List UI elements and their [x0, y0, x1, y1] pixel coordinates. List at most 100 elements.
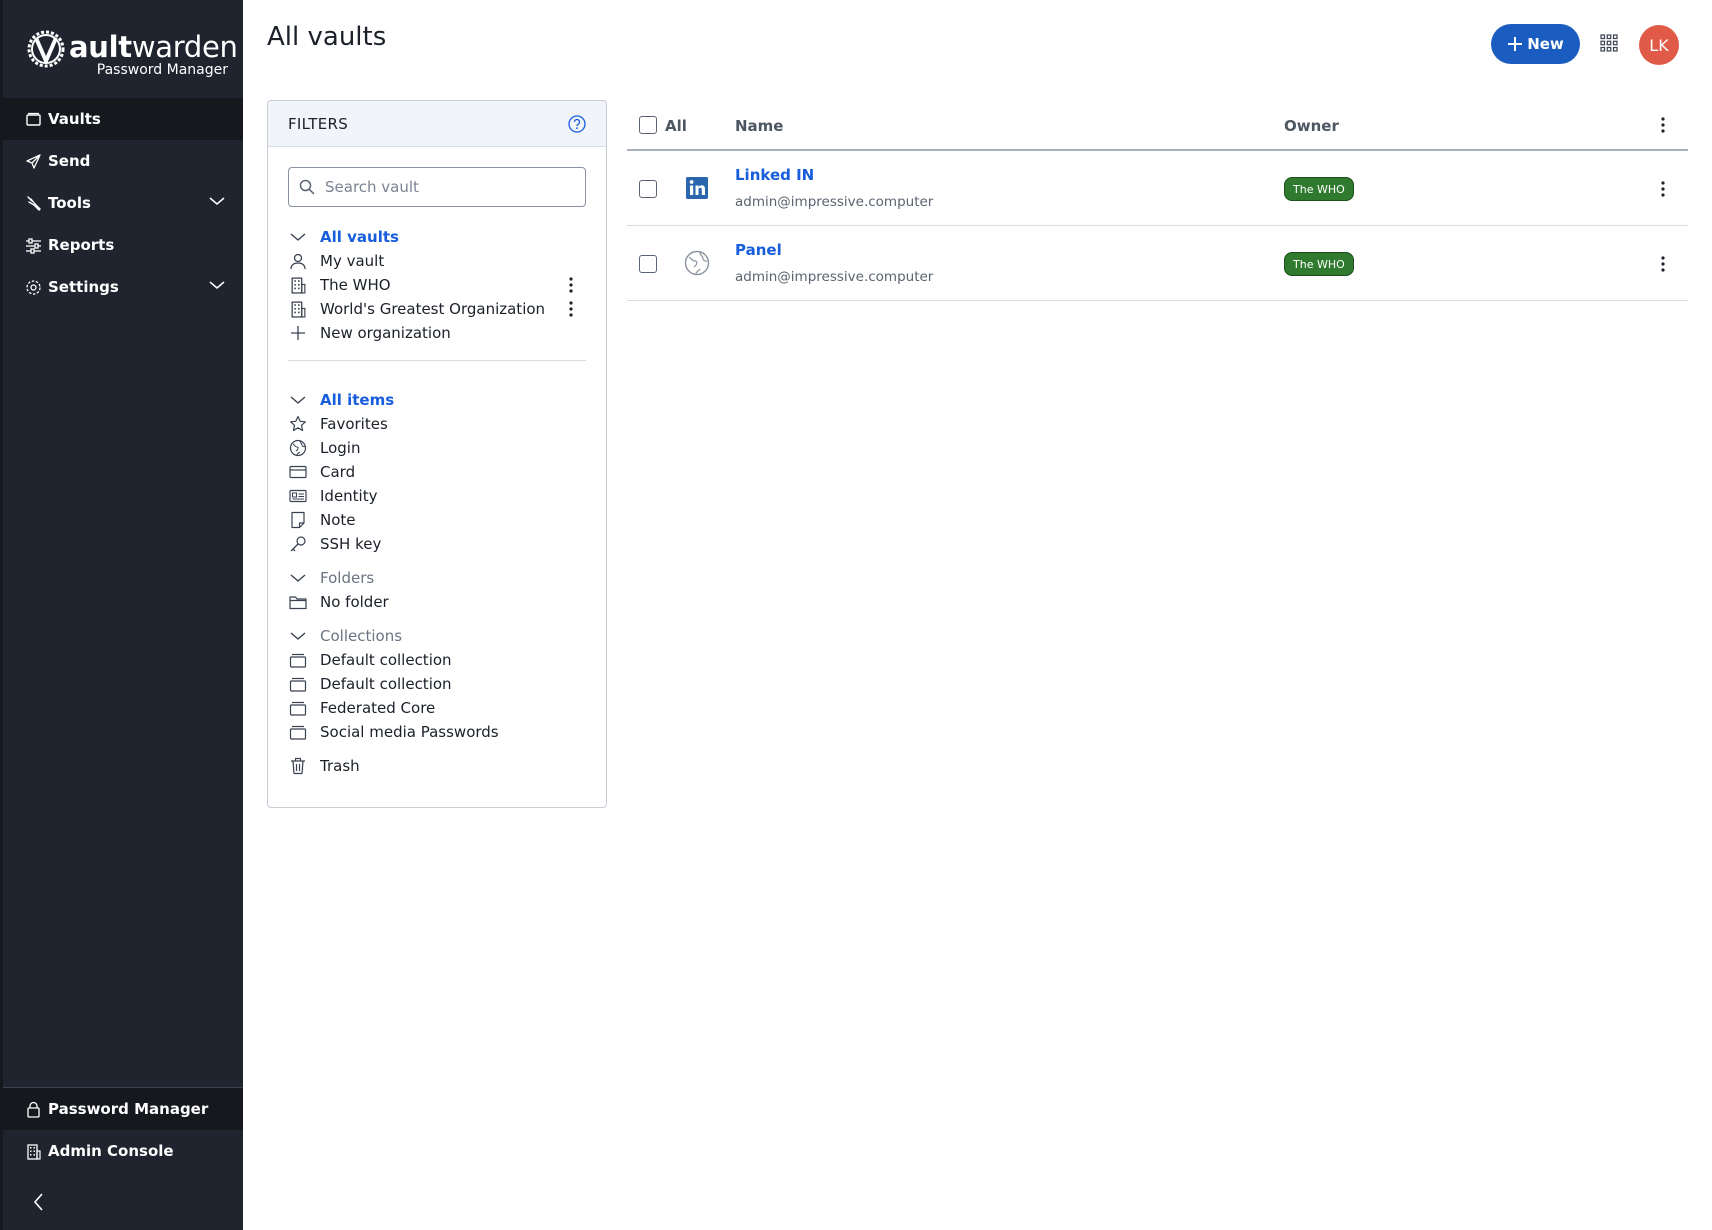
building-icon	[288, 275, 308, 295]
chevron-down-icon	[209, 281, 225, 289]
filter-favorites[interactable]: Favorites	[288, 412, 588, 436]
lock-icon	[27, 1101, 40, 1118]
plus-icon	[1508, 37, 1523, 51]
gear-icon	[26, 279, 41, 295]
search-vault-field[interactable]	[288, 167, 586, 207]
item-name-link[interactable]: Panel	[735, 241, 782, 259]
new-button-label: New	[1527, 35, 1564, 53]
sidebar-item-label: Reports	[48, 236, 115, 254]
send-icon	[26, 153, 41, 169]
table-row[interactable]: Panel admin@impressive.computer The WHO	[627, 226, 1688, 301]
vaultwarden-logo[interactable]: aultwarden Password Manager	[23, 26, 238, 82]
filter-identity[interactable]: Identity	[288, 484, 588, 508]
row-options-kebab-icon[interactable]	[1657, 179, 1669, 199]
account-avatar[interactable]: LK	[1639, 25, 1679, 65]
chevron-down-icon[interactable]	[288, 568, 308, 588]
filters-divider	[288, 360, 586, 361]
product-switch-admin-console[interactable]: Admin Console	[3, 1130, 243, 1172]
filter-collections-header[interactable]: Collections	[288, 624, 588, 648]
globe-icon	[684, 250, 710, 276]
filter-collection[interactable]: Default collection	[288, 648, 588, 672]
search-icon	[299, 179, 315, 195]
filter-ssh-key[interactable]: SSH key	[288, 532, 588, 556]
filter-label: Collections	[320, 627, 403, 645]
filter-org-worlds-greatest[interactable]: World's Greatest Organization	[288, 297, 588, 321]
filter-no-folder[interactable]: No folder	[288, 590, 588, 614]
filter-collection[interactable]: Social media Passwords	[288, 720, 588, 744]
org-options-kebab-icon[interactable]	[565, 299, 577, 319]
chevron-down-icon[interactable]	[288, 390, 308, 410]
sliders-icon	[26, 237, 41, 254]
select-all-checkbox[interactable]	[639, 116, 657, 134]
filter-card[interactable]: Card	[288, 460, 588, 484]
new-item-button[interactable]: New	[1491, 24, 1580, 64]
linkedin-icon	[686, 177, 708, 199]
logo-subtitle: Password Manager	[96, 62, 228, 78]
filter-new-organization[interactable]: New organization	[288, 321, 588, 345]
filters-panel: FILTERS All vaults My vault The WHO Worl…	[267, 100, 607, 808]
product-switcher-button[interactable]	[1600, 34, 1618, 52]
filter-label: Default collection	[320, 675, 452, 693]
row-options-kebab-icon[interactable]	[1657, 254, 1669, 274]
user-icon	[288, 251, 308, 271]
filter-folders-header[interactable]: Folders	[288, 566, 588, 590]
org-options-kebab-icon[interactable]	[565, 275, 577, 295]
sidebar: aultwarden Password Manager Vaults Send …	[0, 0, 243, 1230]
gear-v-logo-icon	[27, 30, 65, 68]
help-icon[interactable]	[568, 114, 586, 133]
filter-label: The WHO	[320, 276, 391, 294]
filter-label: SSH key	[320, 535, 382, 553]
filter-collection[interactable]: Federated Core	[288, 696, 588, 720]
table-row[interactable]: Linked IN admin@impressive.computer The …	[627, 151, 1688, 226]
filter-my-vault[interactable]: My vault	[288, 249, 588, 273]
filter-label: Default collection	[320, 651, 452, 669]
owner-badge: The WHO	[1284, 177, 1354, 201]
item-username: admin@impressive.computer	[735, 194, 934, 210]
wrench-icon	[27, 195, 41, 211]
bulk-options-kebab-icon[interactable]	[1657, 115, 1669, 135]
filter-label: Federated Core	[320, 699, 436, 717]
search-vault-input[interactable]	[323, 177, 577, 197]
filter-org-the-who[interactable]: The WHO	[288, 273, 588, 297]
filters-title: FILTERS	[288, 114, 349, 133]
filter-label: Login	[320, 439, 361, 457]
chevron-down-icon[interactable]	[288, 626, 308, 646]
product-switch-password-manager[interactable]: Password Manager	[3, 1088, 243, 1130]
filter-label: Social media Passwords	[320, 723, 499, 741]
collection-icon	[288, 650, 308, 670]
building-icon	[27, 1143, 41, 1160]
filter-collection[interactable]: Default collection	[288, 672, 588, 696]
trash-icon	[288, 756, 308, 776]
id-card-icon	[288, 486, 308, 506]
folder-icon	[288, 592, 308, 612]
filter-all-items[interactable]: All items	[288, 388, 588, 412]
filter-trash[interactable]: Trash	[288, 754, 588, 778]
sidebar-item-tools[interactable]: Tools	[3, 182, 243, 224]
filter-label: All items	[320, 391, 395, 409]
filters-header: FILTERS	[268, 101, 606, 147]
filter-all-vaults[interactable]: All vaults	[288, 225, 588, 249]
chevron-down-icon[interactable]	[288, 227, 308, 247]
row-checkbox[interactable]	[639, 255, 657, 273]
row-checkbox[interactable]	[639, 180, 657, 198]
vault-icon	[26, 112, 41, 126]
sticky-note-icon	[288, 510, 308, 530]
page-title: All vaults	[267, 22, 387, 52]
filter-login[interactable]: Login	[288, 436, 588, 460]
key-icon	[288, 534, 308, 554]
filter-label: All vaults	[320, 228, 399, 246]
logo-wordmark: aultwarden	[69, 30, 238, 64]
column-all[interactable]: All	[665, 117, 687, 135]
sidebar-item-send[interactable]: Send	[3, 140, 243, 182]
filter-label: Identity	[320, 487, 378, 505]
column-owner[interactable]: Owner	[1284, 117, 1339, 135]
filter-label: New organization	[320, 324, 451, 342]
item-name-link[interactable]: Linked IN	[735, 166, 814, 184]
filter-note[interactable]: Note	[288, 508, 588, 532]
sidebar-item-settings[interactable]: Settings	[3, 266, 243, 308]
sidebar-item-reports[interactable]: Reports	[3, 224, 243, 266]
collapse-sidebar-button[interactable]	[29, 1190, 49, 1214]
column-name[interactable]: Name	[735, 117, 783, 135]
sidebar-item-vaults[interactable]: Vaults	[3, 98, 243, 140]
collection-icon	[288, 722, 308, 742]
